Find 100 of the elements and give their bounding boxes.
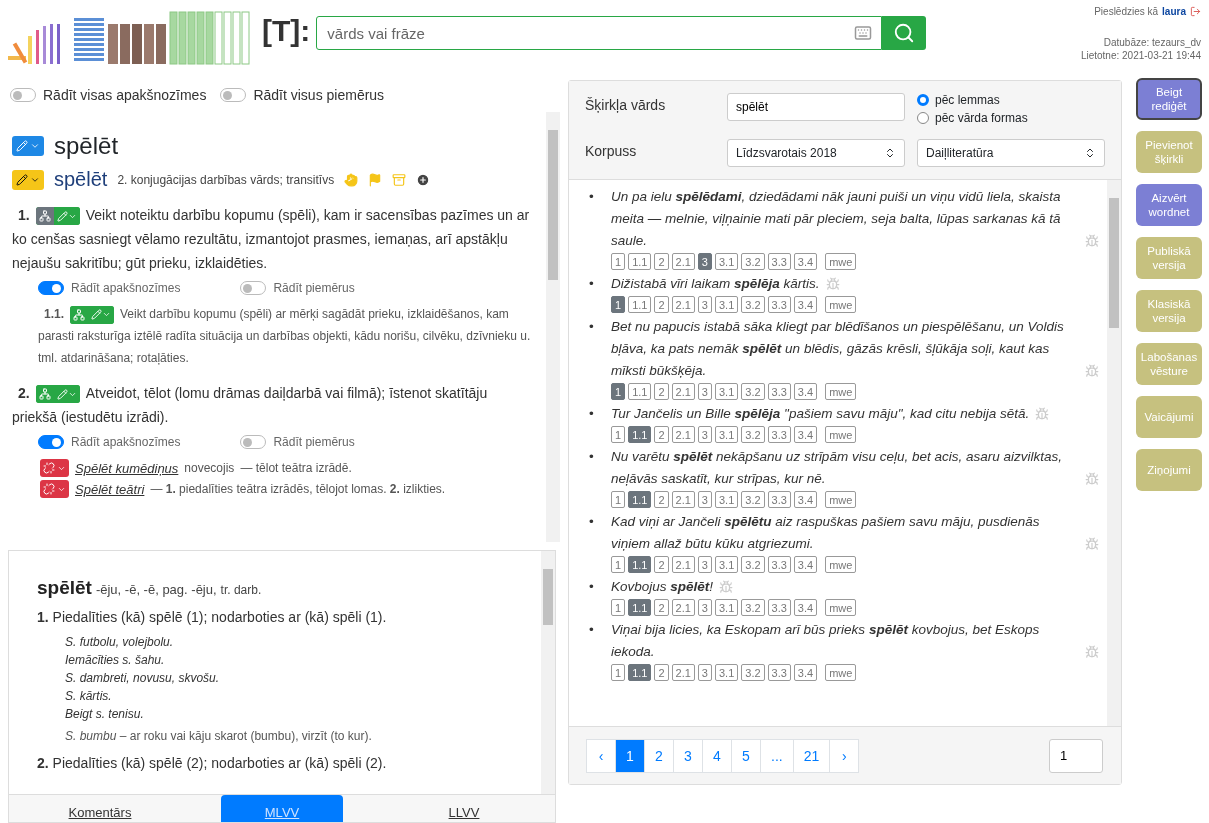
page-button[interactable]: 2 (644, 738, 674, 773)
sense-tag[interactable]: mwe (825, 664, 857, 681)
radio-button[interactable] (917, 112, 929, 124)
sense-tag[interactable]: 3.3 (767, 383, 791, 400)
page-button[interactable]: 1 (615, 738, 645, 773)
dictionary-tab[interactable]: Komentārs (39, 795, 161, 822)
toggle-switch[interactable] (240, 435, 267, 449)
sense-tag[interactable]: 1 (611, 426, 626, 443)
search-button[interactable] (882, 16, 927, 50)
sense-tag[interactable]: 3.2 (741, 491, 765, 508)
sense-tag[interactable]: 3 (697, 664, 712, 681)
sense-tag[interactable]: 3.2 (741, 599, 765, 616)
action-button[interactable]: Beigt rediģēt (1136, 78, 1202, 120)
sense-tag[interactable]: mwe (825, 296, 857, 313)
sense-tag[interactable]: 3 (697, 599, 712, 616)
sense-tag[interactable]: 1.1 (628, 296, 652, 313)
bug-icon[interactable] (825, 277, 840, 291)
sense-tag[interactable]: 1.1 (628, 556, 652, 573)
sense-tag[interactable]: 2.1 (671, 664, 695, 681)
sense-tag[interactable]: 1.1 (628, 491, 652, 508)
sense-tag[interactable]: 3.2 (741, 664, 765, 681)
sense-tag[interactable]: 2 (654, 426, 669, 443)
sense-tag[interactable]: 1 (611, 253, 626, 270)
toggle-switch[interactable] (38, 435, 64, 449)
bug-icon[interactable] (1085, 537, 1099, 551)
sense-tag[interactable]: 3.1 (714, 664, 739, 681)
sense-tag[interactable]: 2 (654, 664, 669, 681)
bug-icon[interactable] (719, 580, 734, 594)
sense-tag[interactable]: mwe (825, 383, 857, 400)
sense-tag[interactable]: 1 (611, 491, 626, 508)
sense-tag[interactable]: 2 (654, 253, 669, 270)
sense-tag[interactable]: 2 (654, 556, 669, 573)
sense-tag[interactable]: 2.1 (671, 491, 695, 508)
phrase-link[interactable]: Spēlēt kumēdiņus (75, 460, 179, 476)
sense-tag[interactable]: 3.4 (793, 556, 818, 573)
page-button[interactable]: 5 (731, 738, 761, 773)
sense-tag[interactable]: 3 (697, 556, 712, 573)
toggle-switch[interactable] (38, 281, 64, 295)
sense-tag[interactable]: 3 (697, 426, 712, 443)
lexeme-edit-button[interactable] (12, 169, 44, 190)
bug-icon[interactable] (1085, 364, 1099, 378)
sense-tag[interactable]: 3.3 (767, 253, 791, 270)
sense-tag[interactable]: 3.3 (767, 599, 791, 616)
page-field[interactable]: 1 (1049, 738, 1103, 773)
sense-tag[interactable]: 1.1 (628, 253, 652, 270)
sense-tag[interactable]: 3 (697, 491, 712, 508)
dictionary-tab[interactable]: LLVV (403, 795, 525, 822)
toggle-switch[interactable] (220, 88, 247, 102)
sense-tag[interactable]: 2.1 (671, 426, 695, 443)
page-button[interactable]: ... (760, 738, 794, 773)
bug-icon[interactable] (1085, 472, 1099, 486)
phrase-menu-button[interactable] (40, 459, 69, 477)
hand-icon[interactable] (344, 172, 359, 187)
sense-tag[interactable]: 1.1 (628, 383, 652, 400)
sense-tag[interactable]: 1 (611, 556, 626, 573)
keyboard-icon[interactable] (854, 24, 873, 42)
sense-tag[interactable]: 3.3 (767, 426, 791, 443)
sense-tag[interactable]: 3.2 (741, 253, 765, 270)
sense-tag[interactable]: mwe (825, 253, 857, 270)
scrollbar[interactable] (546, 112, 560, 542)
sense-menu-button[interactable] (35, 385, 80, 404)
sense-tag[interactable]: 3 (697, 296, 712, 313)
page-button[interactable]: 4 (702, 738, 732, 773)
sense-tag[interactable]: 3.1 (714, 491, 739, 508)
sense-tag[interactable]: 1.1 (628, 599, 652, 616)
sense-tag[interactable]: 1.1 (628, 664, 652, 681)
sense-tag[interactable]: 1 (611, 664, 626, 681)
sense-tag[interactable]: 3.3 (767, 296, 791, 313)
sense-menu-button[interactable] (70, 305, 114, 324)
sense-tag[interactable]: 1.1 (628, 426, 652, 443)
sense-tag[interactable]: 3.1 (714, 383, 739, 400)
sense-tag[interactable]: 3.2 (741, 296, 765, 313)
sense-tag[interactable]: 3.4 (793, 253, 818, 270)
sense-tag[interactable]: 3.2 (741, 556, 765, 573)
bug-icon[interactable] (1085, 234, 1099, 248)
sense-tag[interactable]: mwe (825, 556, 857, 573)
sense-tag[interactable]: 3.4 (793, 664, 818, 681)
dictionary-tab[interactable]: MLVV (221, 795, 343, 822)
sense-tag[interactable]: 3.3 (767, 556, 791, 573)
sense-tag[interactable]: 3.4 (793, 296, 818, 313)
sense-tag[interactable]: 3.4 (793, 491, 818, 508)
scrollbar[interactable] (541, 551, 555, 794)
sense-tag[interactable]: 3.1 (714, 296, 739, 313)
headword-field[interactable]: spēlēt (727, 93, 905, 121)
sense-tag[interactable]: 1 (611, 296, 626, 313)
sense-tag[interactable]: 3.1 (714, 556, 739, 573)
radio-button[interactable] (917, 94, 929, 106)
page-button[interactable]: 3 (673, 738, 703, 773)
sense-tag[interactable]: 2.1 (671, 599, 695, 616)
sense-tag[interactable]: 3.2 (741, 426, 765, 443)
sense-tag[interactable]: 2.1 (671, 296, 695, 313)
bug-icon[interactable] (1085, 645, 1099, 659)
add-icon[interactable] (416, 172, 431, 187)
logout-icon[interactable] (1190, 6, 1201, 17)
corpus-select[interactable]: Līdzsvarotais 2018 (727, 139, 905, 167)
sense-tag[interactable]: 3.1 (714, 599, 739, 616)
phrase-link[interactable]: Spēlēt teātri (75, 481, 145, 497)
sense-tag[interactable]: 3 (697, 383, 712, 400)
sense-tag[interactable]: 3.1 (714, 426, 739, 443)
sense-tag[interactable]: 2 (654, 491, 669, 508)
